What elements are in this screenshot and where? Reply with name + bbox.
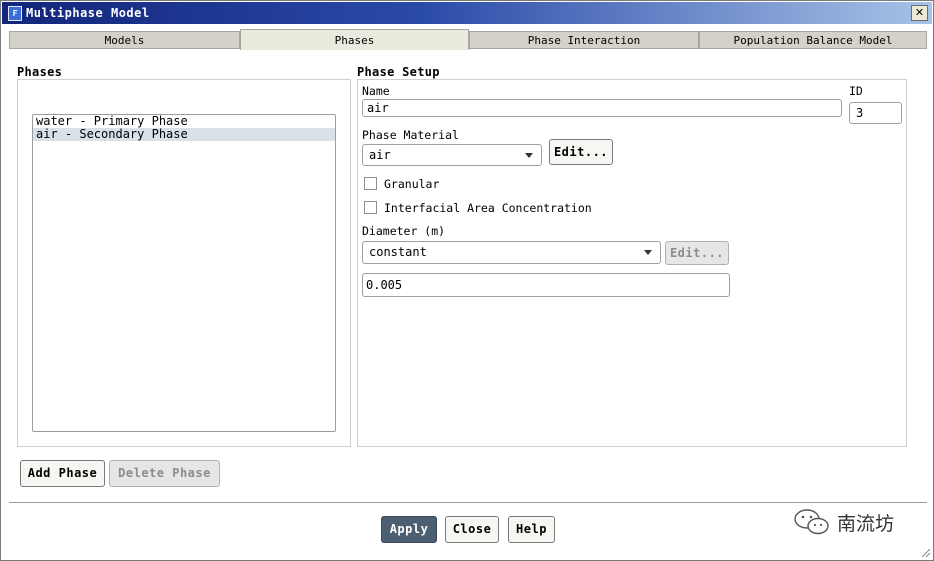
delete-phase-button[interactable]: Delete Phase <box>109 460 220 487</box>
multiphase-model-window: F Multiphase Model ✕ Models Phases Phase… <box>0 0 934 561</box>
title-bar[interactable]: F Multiphase Model ✕ <box>2 2 932 24</box>
phase-material-dropdown[interactable]: air <box>362 144 542 166</box>
close-window-button[interactable]: ✕ <box>911 5 928 21</box>
material-edit-button[interactable]: Edit... <box>549 139 613 165</box>
granular-label: Granular <box>384 177 440 191</box>
chevron-down-icon <box>525 153 533 158</box>
interfacial-area-concentration-checkbox[interactable] <box>364 201 377 214</box>
phase-setup-heading: Phase Setup <box>357 65 440 79</box>
help-button[interactable]: Help <box>508 516 555 543</box>
wechat-icon <box>794 509 829 535</box>
apply-button[interactable]: Apply <box>381 516 437 543</box>
phases-heading: Phases <box>17 65 63 79</box>
diameter-label: Diameter (m) <box>362 224 446 238</box>
tab-phase-interaction[interactable]: Phase Interaction <box>469 31 699 49</box>
phase-material-value: air <box>369 148 391 162</box>
name-label: Name <box>362 84 390 98</box>
tab-bar: Models Phases Phase Interaction Populati… <box>9 29 927 51</box>
phases-list[interactable]: water - Primary Phase air - Secondary Ph… <box>32 114 336 432</box>
watermark-text: 南流坊 <box>837 513 895 535</box>
phase-material-label: Phase Material <box>362 128 459 142</box>
id-label: ID <box>849 84 863 98</box>
fluent-app-icon: F <box>8 6 22 21</box>
watermark: 南流坊 <box>793 507 894 537</box>
close-button[interactable]: Close <box>445 516 499 543</box>
id-input[interactable]: 3 <box>849 102 902 124</box>
phase-list-item-air[interactable]: air - Secondary Phase <box>33 128 335 141</box>
tab-models[interactable]: Models <box>9 31 240 49</box>
chevron-down-icon <box>644 250 652 255</box>
add-phase-button[interactable]: Add Phase <box>20 460 105 487</box>
name-input[interactable]: air <box>362 99 842 117</box>
diameter-method-value: constant <box>369 245 427 259</box>
footer-divider <box>9 502 927 503</box>
diameter-value-input[interactable]: 0.005 <box>362 273 730 297</box>
tab-phases[interactable]: Phases <box>240 29 469 51</box>
interfacial-area-concentration-label: Interfacial Area Concentration <box>384 201 592 215</box>
diameter-edit-button[interactable]: Edit... <box>665 241 729 265</box>
resize-grip-icon[interactable] <box>919 546 931 558</box>
window-title: Multiphase Model <box>26 6 150 20</box>
granular-checkbox[interactable] <box>364 177 377 190</box>
tab-population-balance-model[interactable]: Population Balance Model <box>699 31 927 49</box>
diameter-method-dropdown[interactable]: constant <box>362 241 661 264</box>
